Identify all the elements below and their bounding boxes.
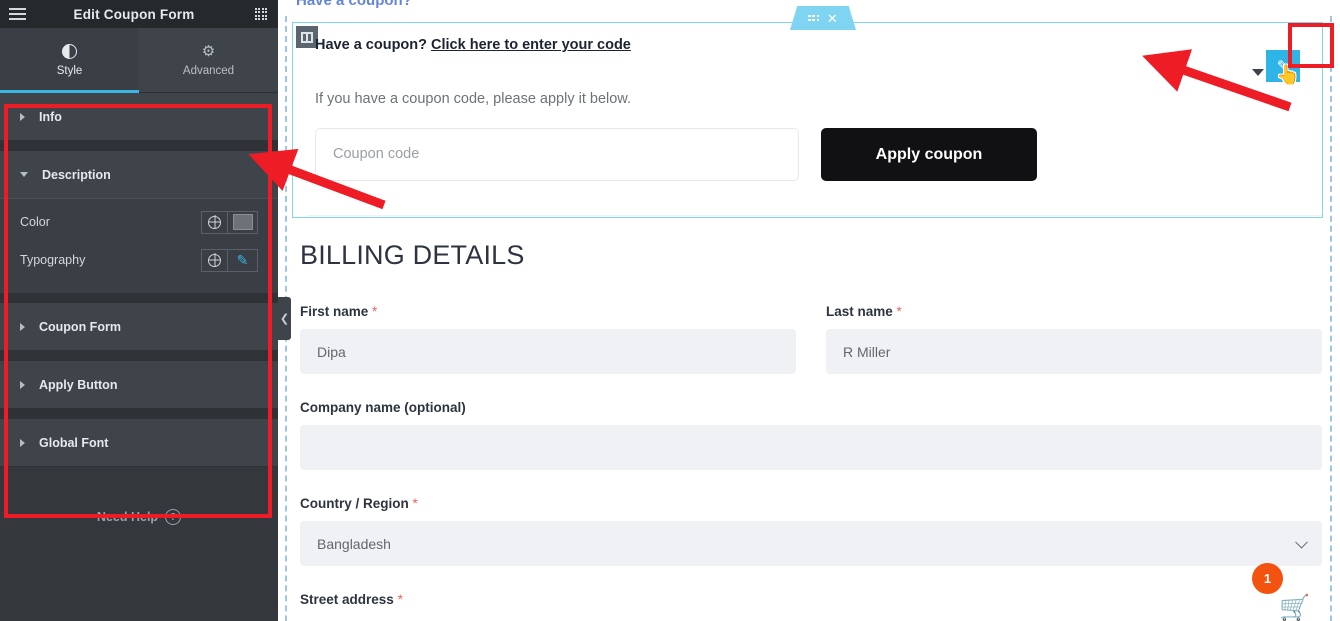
coupon-content: Have a coupon? Click here to enter your … — [293, 23, 1322, 181]
pencil-edit-icon[interactable]: ✎ — [228, 248, 258, 272]
last-name-input[interactable]: R Miller — [826, 329, 1322, 374]
name-row: First name * Dipa Last name * R Miller — [300, 304, 1322, 374]
style-sections: Info Description Color Typography ✎ Coup… — [0, 93, 278, 567]
color-swatch[interactable] — [228, 210, 258, 234]
section-coupon-form[interactable]: Coupon Form — [0, 303, 278, 351]
description-section-body: Color Typography ✎ — [0, 199, 278, 293]
contrast-icon — [62, 43, 77, 59]
control-color-widgets — [201, 210, 258, 234]
drag-dots-icon[interactable] — [808, 14, 819, 22]
shopping-basket-icon[interactable]: 🛒 — [1279, 596, 1310, 621]
field-company-name: Company name (optional) — [300, 400, 1322, 470]
widgets-grid-icon[interactable] — [244, 0, 278, 28]
section-info-label: Info — [39, 109, 62, 124]
first-name-input[interactable]: Dipa — [300, 329, 796, 374]
section-global-font[interactable]: Global Font — [0, 419, 278, 467]
preview-top-partial-text: Have a coupon? — [296, 0, 412, 9]
chevron-down-icon — [20, 172, 28, 177]
field-street-address-label: Street address * — [300, 592, 1322, 607]
editor-panel: Edit Coupon Form Style ⚙ Advanced Info D… — [0, 0, 278, 621]
section-coupon-form-label: Coupon Form — [39, 319, 121, 334]
chevron-right-icon — [20, 380, 25, 389]
section-divider — [0, 351, 278, 361]
required-asterisk: * — [896, 304, 902, 319]
need-help-link[interactable]: Need Help ? — [0, 467, 278, 567]
tab-style-label: Style — [56, 64, 83, 77]
tab-style[interactable]: Style — [0, 28, 139, 93]
control-typography-widgets: ✎ — [201, 248, 258, 272]
panel-collapse-handle[interactable]: ❮ — [278, 297, 291, 340]
section-global-font-label: Global Font — [39, 435, 109, 450]
floating-cart[interactable]: 1 🛒 — [1252, 551, 1332, 621]
section-divider — [0, 409, 278, 419]
edit-element-button[interactable]: ✎ — [1266, 50, 1300, 82]
hamburger-icon[interactable] — [0, 0, 34, 28]
field-country-region-label: Country / Region * — [300, 496, 1322, 511]
chevron-right-icon — [20, 438, 25, 447]
coupon-prompt: Have a coupon? Click here to enter your … — [315, 37, 1300, 53]
control-color-label: Color — [20, 215, 50, 229]
element-controls: ✎ 👆 — [1252, 50, 1300, 85]
label-text: Last name — [826, 304, 893, 319]
coupon-form: Coupon code Apply coupon — [315, 128, 1300, 181]
field-country-region: Country / Region * Bangladesh — [300, 496, 1322, 566]
control-typography-label: Typography — [20, 253, 86, 267]
field-street-address: Street address * — [300, 592, 1322, 607]
preview-canvas: Have a coupon? ✕ Have a coupon? Click he… — [278, 0, 1340, 621]
need-help-label: Need Help — [96, 510, 159, 524]
coupon-divider — [307, 215, 1322, 216]
control-color: Color — [20, 203, 258, 241]
country-region-value: Bangladesh — [317, 535, 391, 552]
globe-icon[interactable] — [201, 248, 228, 272]
coupon-prompt-link[interactable]: Click here to enter your code — [431, 37, 631, 53]
label-text: Street address — [300, 592, 394, 607]
apply-coupon-button[interactable]: Apply coupon — [821, 128, 1037, 181]
panel-tabs: Style ⚙ Advanced — [0, 28, 278, 93]
field-last-name-label: Last name * — [826, 304, 1322, 319]
coupon-widget[interactable]: ✕ Have a coupon? Click here to enter you… — [292, 6, 1323, 218]
page-title: Edit Coupon Form — [73, 6, 195, 22]
globe-icon[interactable] — [201, 210, 228, 234]
label-text: Country / Region — [300, 496, 409, 511]
question-mark-icon: ? — [165, 509, 182, 525]
coupon-code-input[interactable]: Coupon code — [315, 128, 799, 181]
dropdown-caret-icon[interactable] — [1252, 68, 1264, 76]
section-description-label: Description — [42, 167, 111, 182]
app-screen: Edit Coupon Form Style ⚙ Advanced Info D… — [0, 0, 1340, 621]
control-typography: Typography ✎ — [20, 241, 258, 279]
gear-icon: ⚙ — [201, 42, 216, 60]
section-apply-button[interactable]: Apply Button — [0, 361, 278, 409]
section-apply-button-label: Apply Button — [39, 377, 118, 392]
required-asterisk: * — [372, 304, 378, 319]
tab-advanced[interactable]: ⚙ Advanced — [139, 28, 278, 92]
billing-details-section: BILLING DETAILS First name * Dipa Last n… — [292, 240, 1330, 617]
section-description[interactable]: Description — [0, 151, 278, 199]
chevron-right-icon — [20, 112, 25, 121]
field-first-name: First name * Dipa — [300, 304, 796, 374]
country-region-select[interactable]: Bangladesh — [300, 521, 1322, 566]
coupon-prompt-prefix: Have a coupon? — [315, 37, 432, 53]
chevron-left-icon: ❮ — [279, 313, 290, 325]
section-divider — [0, 293, 278, 303]
field-last-name: Last name * R Miller — [826, 304, 1322, 374]
coupon-note: If you have a coupon code, please apply … — [315, 91, 631, 107]
billing-title: BILLING DETAILS — [300, 240, 525, 270]
chevron-down-icon — [1295, 535, 1308, 549]
tab-advanced-label: Advanced — [182, 64, 235, 77]
field-first-name-label: First name * — [300, 304, 796, 319]
field-company-name-label: Company name (optional) — [300, 400, 466, 415]
section-divider — [0, 141, 278, 151]
cart-count-badge: 1 — [1252, 563, 1283, 594]
company-name-input[interactable] — [300, 425, 1322, 470]
label-text: First name — [300, 304, 369, 319]
chevron-right-icon — [20, 322, 25, 331]
panel-header: Edit Coupon Form — [0, 0, 278, 28]
section-info[interactable]: Info — [0, 93, 278, 141]
pencil-edit-icon: ✎ — [1276, 57, 1290, 75]
required-asterisk: * — [412, 496, 418, 511]
required-asterisk: * — [397, 592, 403, 607]
